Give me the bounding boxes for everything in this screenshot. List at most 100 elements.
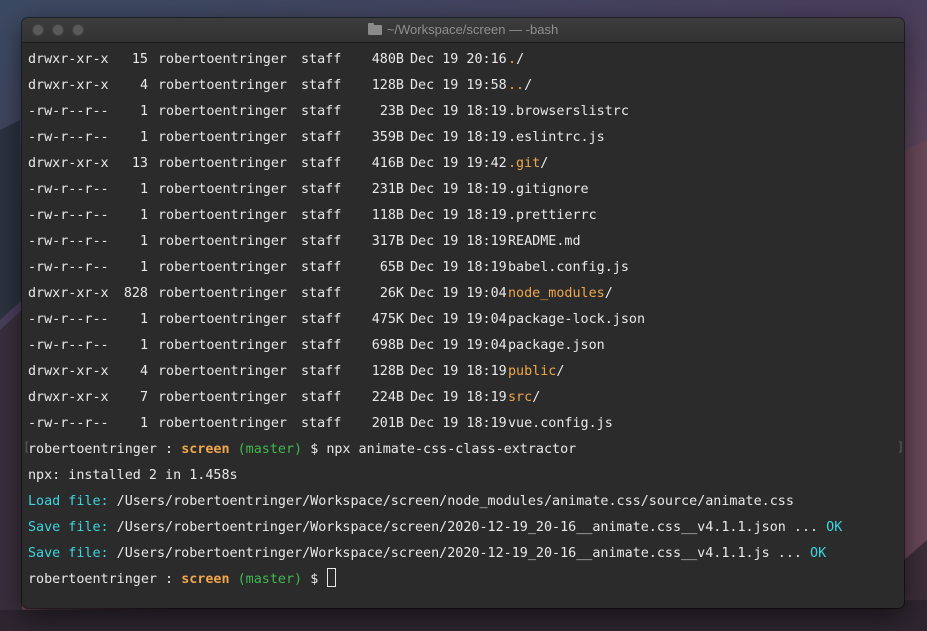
output-save-file-js: Save file: /Users/robertoentringer/Works… [28, 541, 904, 567]
modified-date: Dec 19 18:19 [410, 364, 507, 379]
modified-date: Dec 19 18:19 [410, 260, 507, 275]
file-type-suffix: / [604, 286, 613, 301]
listing-row: drwxr-xr-x 7 robertoentringer staff 224B Dec … [28, 385, 904, 411]
file-name: .prettierrc [508, 208, 597, 223]
listing-row: drwxr-xr-x 828 robertoentringer staff 26K Dec… [28, 281, 904, 307]
owner: robertoentringer [158, 260, 287, 275]
prompt-branch: (master) [237, 572, 303, 587]
listing-row: drwxr-xr-x 4 robertoentringer staff 128B Dec … [28, 73, 904, 99]
group: staff [301, 416, 342, 431]
file-name: .eslintrc.js [508, 130, 605, 145]
file-name: src [508, 390, 533, 405]
file-type-suffix: / [524, 78, 533, 93]
prompt-separator: : [157, 442, 182, 457]
file-name: .browserslistrc [508, 104, 629, 119]
output-load-file: Load file: /Users/robertoentringer/Works… [28, 489, 904, 515]
listing-row: -rw-r--r-- 1 robertoentringer staff 118B Dec … [28, 203, 904, 229]
permissions: drwxr-xr-x [28, 78, 109, 93]
permissions: -rw-r--r-- [28, 182, 109, 197]
file-size: 480B [371, 52, 404, 67]
listing-row: -rw-r--r-- 1 robertoentringer staff 23B Dec 1… [28, 99, 904, 125]
group: staff [301, 260, 342, 275]
save-file-path: /Users/robertoentringer/Workspace/screen… [108, 546, 811, 561]
file-size: 231B [371, 182, 404, 197]
listing-row: -rw-r--r-- 1 robertoentringer staff 698B Dec … [28, 333, 904, 359]
owner: robertoentringer [158, 78, 287, 93]
window-title: ~/Workspace/screen — -bash [386, 22, 559, 37]
text-cursor[interactable] [327, 568, 337, 587]
file-type-suffix: / [556, 364, 565, 379]
owner: robertoentringer [158, 234, 287, 249]
link-count: 1 [139, 416, 148, 431]
listing-row: -rw-r--r-- 1 robertoentringer staff 317B Dec … [28, 229, 904, 255]
owner: robertoentringer [158, 416, 287, 431]
file-type-suffix: / [532, 390, 541, 405]
file-size: 201B [371, 416, 404, 431]
link-count: 1 [139, 234, 148, 249]
group: staff [301, 130, 342, 145]
permissions: -rw-r--r-- [28, 104, 109, 119]
link-count: 1 [139, 182, 148, 197]
modified-date: Dec 19 18:19 [410, 234, 507, 249]
link-count: 1 [139, 260, 148, 275]
permissions: drwxr-xr-x [28, 52, 109, 67]
active-prompt-line[interactable]: robertoentringer : screen (master) $ [28, 567, 904, 593]
ok-status: OK [826, 520, 843, 535]
file-name: . [508, 52, 517, 67]
directory-listing: drwxr-xr-x 15 robertoentringer staff 480B Dec… [28, 47, 904, 437]
link-count: 13 [131, 156, 148, 171]
link-count: 1 [139, 208, 148, 223]
file-size: 128B [371, 364, 404, 379]
link-count: 1 [139, 338, 148, 353]
file-name: public [508, 364, 557, 379]
load-file-path: /Users/robertoentringer/Workspace/screen… [108, 494, 794, 509]
owner: robertoentringer [158, 156, 287, 171]
save-file-path: /Users/robertoentringer/Workspace/screen… [108, 520, 827, 535]
permissions: -rw-r--r-- [28, 130, 109, 145]
file-size: 698B [371, 338, 404, 353]
terminal-window[interactable]: ~/Workspace/screen — -bash drwxr-xr-x 15 r… [22, 18, 904, 608]
file-size: 65B [379, 260, 404, 275]
link-count: 1 [139, 104, 148, 119]
file-size: 475K [371, 312, 404, 327]
permissions: -rw-r--r-- [28, 208, 109, 223]
listing-row: -rw-r--r-- 1 robertoentringer staff 201B Dec … [28, 411, 904, 437]
group: staff [301, 234, 342, 249]
link-count: 7 [139, 390, 148, 405]
group: staff [301, 286, 342, 301]
link-count: 4 [139, 364, 148, 379]
group: staff [301, 78, 342, 93]
link-count: 1 [139, 312, 148, 327]
file-size: 317B [371, 234, 404, 249]
group: staff [301, 338, 342, 353]
terminal-output[interactable]: drwxr-xr-x 15 robertoentringer staff 480B Dec… [22, 43, 904, 593]
title-bar[interactable]: ~/Workspace/screen — -bash [22, 18, 904, 43]
listing-row: drwxr-xr-x 13 robertoentringer staff 416B Dec… [28, 151, 904, 177]
group: staff [301, 364, 342, 379]
save-file-label: Save file: [28, 546, 109, 561]
owner: robertoentringer [158, 182, 287, 197]
output-save-file-json: Save file: /Users/robertoentringer/Works… [28, 515, 904, 541]
modified-date: Dec 19 19:04 [410, 338, 507, 353]
modified-date: Dec 19 18:19 [410, 208, 507, 223]
file-name: .. [508, 78, 525, 93]
prompt-user: robertoentringer [28, 442, 157, 457]
link-count: 1 [139, 130, 148, 145]
group: staff [301, 182, 342, 197]
owner: robertoentringer [158, 364, 287, 379]
listing-row: -rw-r--r-- 1 robertoentringer staff 65B Dec 1… [28, 255, 904, 281]
output-installed: npx: installed 2 in 1.458s [28, 468, 238, 483]
owner: robertoentringer [158, 286, 287, 301]
owner: robertoentringer [158, 208, 287, 223]
file-name: .git [508, 156, 541, 171]
ok-status: OK [810, 546, 827, 561]
command-text: npx animate-css-class-extractor [326, 442, 577, 457]
file-name: package-lock.json [508, 312, 646, 327]
prompt-user: robertoentringer [28, 572, 157, 587]
file-name: package.json [508, 338, 605, 353]
owner: robertoentringer [158, 390, 287, 405]
file-name: README.md [508, 234, 581, 249]
selection-marker-left: [ [23, 440, 31, 454]
listing-row: -rw-r--r-- 1 robertoentringer staff 359B Dec … [28, 125, 904, 151]
prompt-symbol: $ [310, 572, 319, 587]
